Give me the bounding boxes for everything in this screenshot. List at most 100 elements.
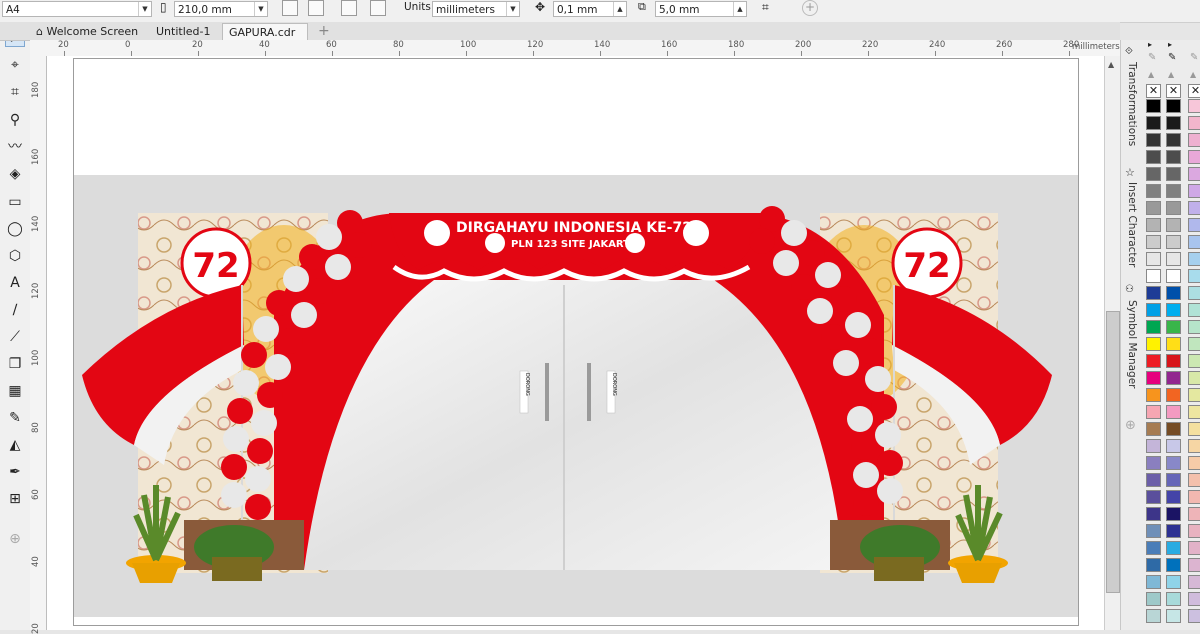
units-select[interactable]: millimeters ▼ (432, 1, 520, 17)
color-swatch[interactable] (1188, 388, 1200, 402)
color-swatch[interactable] (1188, 456, 1200, 470)
color-swatch[interactable] (1166, 405, 1181, 419)
color-swatch[interactable] (1166, 133, 1181, 147)
connector-tool-icon[interactable]: ⟋ (5, 327, 25, 347)
color-swatch[interactable] (1146, 575, 1161, 589)
tab-gapura[interactable]: GAPURA.cdr (222, 23, 308, 40)
page-height-input[interactable]: 210,0 mm ▼ (174, 1, 268, 17)
color-swatch[interactable] (1166, 473, 1181, 487)
color-swatch[interactable] (1188, 201, 1200, 215)
vertical-scrollbar[interactable]: ▲ (1104, 56, 1121, 630)
color-swatch[interactable] (1146, 507, 1161, 521)
color-swatch[interactable] (1188, 524, 1200, 538)
color-swatch[interactable] (1188, 286, 1200, 300)
docker-tab-symbol-manager[interactable]: Symbol Manager (1126, 300, 1138, 388)
color-swatch[interactable] (1166, 439, 1181, 453)
zoom-tool-icon[interactable]: ⚲ (5, 110, 25, 130)
duplicate-distance-input[interactable]: 5,0 mm ▲ (655, 1, 747, 17)
color-swatch[interactable] (1188, 269, 1200, 283)
color-swatch[interactable] (1188, 371, 1200, 385)
color-swatch[interactable] (1146, 201, 1161, 215)
add-docker-icon[interactable]: ⊕ (1125, 418, 1136, 433)
color-swatch[interactable] (1188, 405, 1200, 419)
palette-scroll-up-icon[interactable]: ▸ (1168, 40, 1172, 49)
door-handle[interactable] (587, 363, 591, 421)
gapura-artwork[interactable]: DIRGAHAYU INDONESIA KE-72 PLN 123 SITE J… (74, 195, 1074, 585)
color-swatch[interactable] (1146, 150, 1161, 164)
horizontal-ruler[interactable]: 20 0 20 40 60 80 100 120 140 160 180 200 220 240 260 28… (30, 40, 1120, 57)
vertical-ruler[interactable]: 180 160 140 120 100 80 60 40 20 (30, 56, 47, 634)
color-swatch[interactable] (1166, 167, 1181, 181)
color-swatch[interactable] (1146, 337, 1161, 351)
color-swatch[interactable] (1166, 524, 1181, 538)
color-swatch[interactable] (1188, 507, 1200, 521)
tab-untitled-1[interactable]: Untitled-1 (150, 23, 220, 40)
color-swatch[interactable] (1166, 184, 1181, 198)
color-swatch[interactable] (1166, 558, 1181, 572)
color-swatch[interactable] (1146, 439, 1161, 453)
no-color-swatch[interactable]: ✕ (1166, 84, 1181, 98)
color-swatch[interactable] (1146, 371, 1161, 385)
mesh-fill-icon[interactable]: ⊞ (5, 489, 25, 509)
color-swatch[interactable] (1146, 422, 1161, 436)
treat-as-filled-icon[interactable]: ⌗ (762, 0, 778, 16)
color-swatch[interactable] (1146, 99, 1161, 113)
ellipse-tool-icon[interactable]: ◯ (5, 219, 25, 239)
color-swatch[interactable] (1188, 575, 1200, 589)
color-swatch[interactable] (1146, 592, 1161, 606)
docker-tab-transformations[interactable]: Transformations (1126, 62, 1138, 146)
transformations-icon[interactable]: ⟐ (1125, 46, 1133, 57)
color-swatch[interactable] (1146, 405, 1161, 419)
eyedropper-icon[interactable]: ✎ (1168, 52, 1176, 63)
page-size-select[interactable]: A4 ▼ (2, 1, 152, 17)
add-tab-button[interactable]: + (312, 23, 330, 40)
palette-up-icon[interactable]: ▲ (1168, 70, 1174, 79)
color-swatch[interactable] (1188, 133, 1200, 147)
eyedropper-icon[interactable]: ✎ (1190, 52, 1198, 63)
color-swatch[interactable] (1146, 388, 1161, 402)
color-swatch[interactable] (1166, 201, 1181, 215)
interactive-fill-icon[interactable]: ◭ (5, 435, 25, 455)
color-swatch[interactable] (1146, 320, 1161, 334)
color-swatch[interactable] (1146, 184, 1161, 198)
color-swatch[interactable] (1146, 609, 1161, 623)
color-swatch[interactable] (1166, 235, 1181, 249)
symbol-icon[interactable]: ⚇ (1125, 284, 1134, 295)
color-swatch[interactable] (1166, 507, 1181, 521)
color-swatch[interactable] (1166, 286, 1181, 300)
color-swatch[interactable] (1188, 337, 1200, 351)
color-swatch[interactable] (1146, 252, 1161, 266)
all-pages-button[interactable] (341, 0, 357, 16)
door-handle[interactable] (545, 363, 549, 421)
color-swatch[interactable] (1146, 524, 1161, 538)
crop-tool-icon[interactable]: ⌗ (5, 82, 25, 102)
palette-up-icon[interactable]: ▲ (1148, 70, 1154, 79)
transparency-tool-icon[interactable]: ▦ (5, 381, 25, 401)
eyedropper-tool-icon[interactable]: ✎ (5, 408, 25, 428)
shape-tool-icon[interactable]: ⌖ (5, 55, 25, 75)
color-swatch[interactable] (1146, 558, 1161, 572)
color-swatch[interactable] (1146, 490, 1161, 504)
color-swatch[interactable] (1188, 99, 1200, 113)
add-tool-icon[interactable]: ⊕ (5, 529, 25, 549)
color-swatch[interactable] (1146, 473, 1161, 487)
color-swatch[interactable] (1166, 252, 1181, 266)
color-swatch[interactable] (1188, 609, 1200, 623)
color-swatch[interactable] (1188, 303, 1200, 317)
color-swatch[interactable] (1188, 184, 1200, 198)
color-swatch[interactable] (1188, 150, 1200, 164)
color-swatch[interactable] (1188, 439, 1200, 453)
add-icon[interactable]: + (802, 0, 818, 16)
color-swatch[interactable] (1166, 269, 1181, 283)
color-swatch[interactable] (1188, 558, 1200, 572)
color-swatch[interactable] (1188, 490, 1200, 504)
color-swatch[interactable] (1166, 575, 1181, 589)
color-swatch[interactable] (1166, 303, 1181, 317)
color-swatch[interactable] (1146, 218, 1161, 232)
scroll-up-icon[interactable]: ▲ (1108, 60, 1114, 69)
color-swatch[interactable] (1166, 320, 1181, 334)
color-swatch[interactable] (1188, 116, 1200, 130)
no-color-swatch[interactable]: ✕ (1146, 84, 1161, 98)
polygon-tool-icon[interactable]: ⬡ (5, 246, 25, 266)
freehand-tool-icon[interactable]: 〰 (5, 137, 25, 157)
